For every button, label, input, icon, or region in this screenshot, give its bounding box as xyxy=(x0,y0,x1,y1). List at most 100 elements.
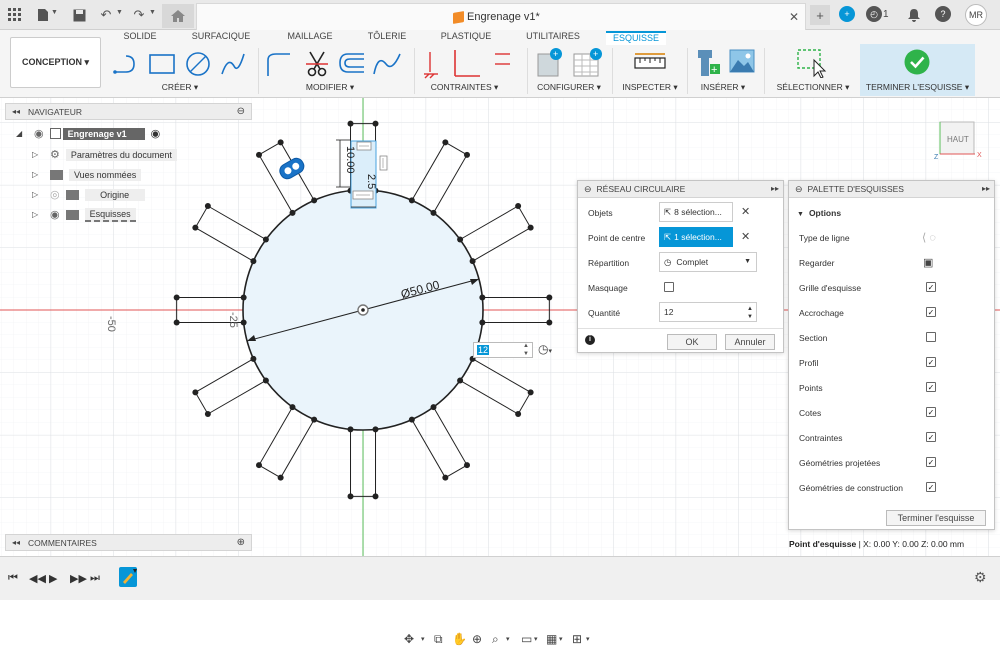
navigator-item[interactable]: ▷ ◎ Origine xyxy=(32,187,145,202)
tab-surfacique[interactable]: SURFACIQUE xyxy=(190,31,252,45)
sketch-point[interactable] xyxy=(173,319,180,326)
palette-header[interactable]: ⊖ PALETTE D'ESQUISSES ▸▸ xyxy=(789,181,994,198)
expand-icon[interactable]: ▸▸ xyxy=(771,184,779,193)
expand-icon[interactable]: ▷ xyxy=(32,210,42,219)
eye-icon[interactable]: ◉ xyxy=(50,208,60,221)
pan-icon[interactable]: ✋ xyxy=(452,632,467,646)
fit-icon[interactable]: ⌕ xyxy=(492,632,499,647)
palette-checkbox[interactable]: ✓ xyxy=(926,382,936,392)
spinner-icon[interactable]: ▲ ▼ xyxy=(523,342,529,358)
sketch-point[interactable] xyxy=(347,120,354,127)
sketch-point[interactable] xyxy=(442,139,449,146)
group-selectionner[interactable]: SÉLECTIONNER ▾ xyxy=(773,82,853,93)
chevron-down-icon[interactable]: ▾ xyxy=(534,635,538,643)
create-tools-icons[interactable] xyxy=(112,50,252,78)
display-settings-icon[interactable]: ▭ xyxy=(521,632,532,646)
job-status-icon[interactable]: ◴ xyxy=(866,6,882,22)
navigator-item[interactable]: ▷ ⚙ Paramètres du document xyxy=(32,147,177,162)
configure-tools-icons[interactable]: + + xyxy=(536,46,606,80)
grid-apps-icon[interactable] xyxy=(6,6,24,24)
sketch-point[interactable] xyxy=(430,209,437,216)
group-terminer[interactable]: TERMINER L'ESQUISSE ▾ xyxy=(860,82,975,93)
sketch-point[interactable] xyxy=(442,474,449,481)
chevron-down-icon[interactable]: ▼ xyxy=(149,9,156,16)
palette-checkbox[interactable] xyxy=(926,332,936,342)
sketch-point[interactable] xyxy=(372,120,379,127)
viewports-icon[interactable]: ⊞ xyxy=(572,632,582,646)
extensions-icon[interactable]: + xyxy=(839,6,855,22)
activate-icon[interactable]: ◉ xyxy=(151,127,161,140)
sketch-point[interactable] xyxy=(372,493,379,500)
root-label[interactable]: Engrenage v1 xyxy=(62,127,145,140)
sketch-point[interactable] xyxy=(408,416,415,423)
inline-quantity-input[interactable]: 12 ▲ ▼ xyxy=(473,342,533,358)
navigator-header[interactable]: ◂◂ NAVIGATEUR ⊖ xyxy=(5,103,252,120)
group-configurer[interactable]: CONFIGURER ▾ xyxy=(534,82,604,93)
sketch-point[interactable] xyxy=(463,151,470,158)
help-icon[interactable]: ? xyxy=(935,6,951,22)
sketch-point[interactable] xyxy=(479,294,486,301)
collapse-icon[interactable]: ◂◂ xyxy=(12,538,22,547)
options-section[interactable]: ▼ Options xyxy=(797,208,841,218)
item-label[interactable]: Esquisses xyxy=(84,207,136,222)
sketch-point[interactable] xyxy=(527,224,534,231)
minimize-icon[interactable]: ⊖ xyxy=(237,106,245,117)
insert-tools-icons[interactable]: + xyxy=(694,46,758,80)
group-inserer[interactable]: INSÉRER ▾ xyxy=(692,82,754,93)
expand-icon[interactable]: ▷ xyxy=(32,170,42,179)
sketch-point[interactable] xyxy=(192,224,199,231)
select-icon[interactable] xyxy=(796,48,828,78)
group-inspecter[interactable]: INSPECTER ▾ xyxy=(620,82,680,93)
group-creer[interactable]: CRÉER ▾ xyxy=(150,82,210,93)
orbit-icon[interactable]: ✥ xyxy=(404,632,414,646)
sketch-point[interactable] xyxy=(469,258,476,265)
expand-icon[interactable]: ▷ xyxy=(32,190,42,199)
sketch-point[interactable] xyxy=(311,197,318,204)
sketch-point[interactable] xyxy=(311,416,318,423)
chevron-down-icon[interactable]: ▼ xyxy=(51,9,58,16)
eye-icon[interactable]: ◉ xyxy=(34,127,44,140)
chevron-down-icon[interactable]: ▼ xyxy=(116,9,123,16)
sketch-point[interactable] xyxy=(240,294,247,301)
undo-icon[interactable]: ↶ xyxy=(97,6,115,24)
group-modifier[interactable]: MODIFIER ▾ xyxy=(300,82,360,93)
navigator-root[interactable]: ◢ ◉ Engrenage v1 ◉ xyxy=(16,126,160,141)
spinner-icon[interactable]: ▲ ▼ xyxy=(747,305,753,321)
sketch-point[interactable] xyxy=(240,319,247,326)
width-dimension-label[interactable]: 2.5 xyxy=(365,174,377,189)
minus-circle-icon[interactable]: ⊖ xyxy=(795,184,803,195)
sketch-point[interactable] xyxy=(515,203,522,210)
ok-button[interactable]: OK xyxy=(667,334,717,350)
palette-checkbox[interactable]: ✓ xyxy=(926,482,936,492)
go-to-start-icon[interactable]: ⏮ xyxy=(8,572,18,585)
home-icon[interactable] xyxy=(162,4,194,28)
sketch-point[interactable] xyxy=(277,139,284,146)
navigator-item[interactable]: ▷ ◉ Esquisses xyxy=(32,207,136,222)
sketch-point[interactable] xyxy=(250,355,257,362)
chevron-down-icon[interactable]: ▾ xyxy=(421,635,425,643)
item-label[interactable]: Vues nommées xyxy=(69,168,142,181)
chevron-down-icon[interactable]: ▾ xyxy=(506,635,510,643)
clear-center-icon[interactable]: ✕ xyxy=(741,230,750,243)
sketch-point[interactable] xyxy=(546,319,553,326)
tab-solide[interactable]: SOLIDE xyxy=(118,31,162,45)
sketch-point[interactable] xyxy=(347,426,354,433)
height-dimension-label[interactable]: 10.00 xyxy=(344,146,356,174)
zoom-icon[interactable]: ⊕ xyxy=(472,632,482,646)
sketch-point[interactable] xyxy=(289,404,296,411)
navigator-item[interactable]: ▷ Vues nommées xyxy=(32,167,142,182)
tab-tolerie[interactable]: TÔLERIE xyxy=(364,31,410,45)
info-icon[interactable]: i xyxy=(585,335,595,345)
center-point-selector[interactable]: ⇱ 1 sélection... xyxy=(659,227,733,247)
expand-icon[interactable]: ▷ xyxy=(32,150,42,159)
settings-gear-icon[interactable]: ⚙ xyxy=(974,569,987,586)
sketch-point[interactable] xyxy=(262,377,269,384)
linetype-icons[interactable]: ⟨ ◌ xyxy=(922,231,936,244)
grid-settings-icon[interactable]: ▦ xyxy=(546,632,557,646)
sketch-point[interactable] xyxy=(546,294,553,301)
sketch-point[interactable] xyxy=(256,151,263,158)
tab-esquisse[interactable]: ESQUISSE xyxy=(606,31,666,45)
go-to-end-icon[interactable]: ⏭ xyxy=(90,572,100,585)
sketch-point[interactable] xyxy=(347,493,354,500)
tab-utilitaires[interactable]: UTILITAIRES xyxy=(523,31,583,45)
